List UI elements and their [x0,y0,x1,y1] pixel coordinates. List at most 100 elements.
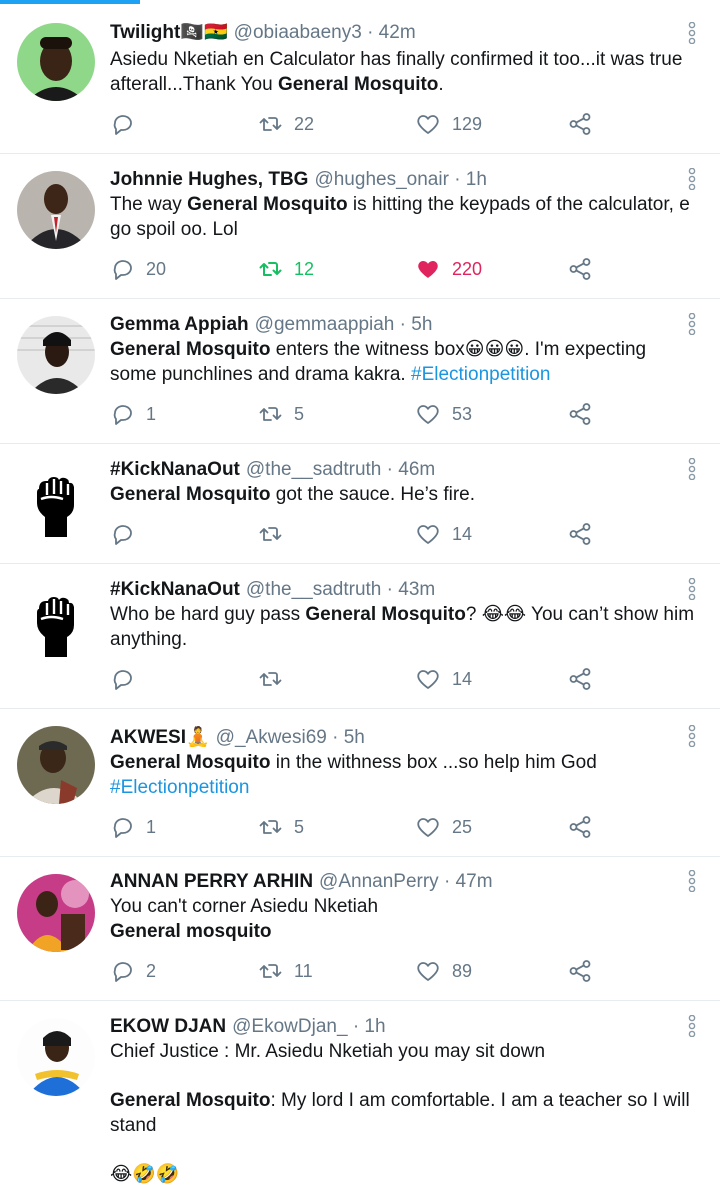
avatar[interactable] [17,461,95,539]
retweet-button[interactable] [258,520,294,548]
like-button[interactable]: 25 [416,813,472,841]
share-button[interactable] [568,957,592,985]
retweet-button[interactable]: 22 [258,110,314,138]
like-button[interactable]: 14 [416,520,472,548]
like-button[interactable]: 220 [416,255,482,283]
reply-button[interactable]: 1 [110,400,156,428]
avatar[interactable] [17,23,95,101]
tweet-time: · 5h [332,727,365,748]
tweet-text: General Mosquito in the withness box ...… [110,751,696,800]
tweet-text: The way General Mosquito is hitting the … [110,193,696,242]
author-handle[interactable]: @AnnanPerry [319,871,439,892]
tweet-5[interactable]: #KickNanaOut @the__sadtruth · 43m Who be … [0,564,720,709]
avatar[interactable] [17,874,95,952]
author-handle[interactable]: @the__sadtruth [246,579,382,600]
author-handle[interactable]: @EkowDjan_ [232,1016,347,1037]
more-options-icon[interactable] [688,312,696,336]
share-icon [569,668,591,690]
author-name[interactable]: EKOW DJAN [110,1016,226,1037]
share-icon [569,816,591,838]
tweet-8[interactable]: EKOW DJAN @EkowDjan_ · 1h Chief Justice :… [0,1001,720,1201]
like-button[interactable]: 14 [416,665,472,693]
more-options-icon[interactable] [688,457,696,481]
more-options-icon[interactable] [688,21,696,45]
author-handle[interactable]: @_Akwesi69 [216,727,327,748]
text-segment: You can't corner Asiedu Nketiah [110,896,379,917]
like-button[interactable]: 129 [416,110,482,138]
author-handle[interactable]: @gemmaappiah [255,314,395,335]
author-handle[interactable]: @hughes_onair [314,169,448,190]
share-button[interactable] [568,110,592,138]
hashtag-link[interactable]: #Electionpetition [411,364,550,385]
author-name[interactable]: AKWESI🧘 [110,727,210,748]
text-segment: The way [110,194,188,215]
author-name[interactable]: Gemma Appiah [110,314,249,335]
author-name[interactable]: Twilight🏴‍☠️🇬🇭 [110,22,228,43]
retweet-button[interactable]: 5 [258,400,304,428]
tweet-2[interactable]: Johnnie Hughes, TBG @hughes_onair · 1h Th… [0,154,720,299]
author-name[interactable]: ANNAN PERRY ARHIN [110,871,313,892]
author-name[interactable]: #KickNanaOut [110,579,240,600]
tweet-text: General Mosquito enters the witness box😀… [110,338,696,387]
reply-button[interactable]: 20 [110,255,166,283]
retweet-icon [259,262,282,276]
share-button[interactable] [568,255,592,283]
retweet-icon [259,527,282,541]
reply-button[interactable] [110,665,146,693]
like-count: 129 [452,113,483,134]
more-options-icon[interactable] [688,724,696,748]
retweet-button[interactable]: 5 [258,813,304,841]
bold-mention: General Mosquito [110,339,271,360]
retweet-button[interactable]: 12 [258,255,314,283]
share-button[interactable] [568,665,592,693]
reply-button[interactable] [110,110,146,138]
retweet-count: 22 [294,113,315,134]
tweet-1[interactable]: Twilight🏴‍☠️🇬🇭 @obiaabaeny3 · 42m Asiedu … [0,6,720,154]
retweet-button[interactable]: 11 [258,957,313,985]
author-name[interactable]: #KickNanaOut [110,459,240,480]
reply-button[interactable]: 2 [110,957,156,985]
share-icon [569,523,591,545]
avatar[interactable] [17,726,95,804]
more-options-icon[interactable] [688,1014,696,1038]
text-segment: Who be hard guy pass [110,604,306,625]
reply-button[interactable]: 1 [110,813,156,841]
more-options-icon[interactable] [688,869,696,893]
like-button[interactable]: 53 [416,400,472,428]
reply-icon [113,260,132,280]
tweet-4[interactable]: #KickNanaOut @the__sadtruth · 46m General… [0,444,720,564]
tweet-time: · 47m [443,871,493,892]
retweet-icon [259,117,282,131]
avatar[interactable] [17,1018,95,1096]
author-handle[interactable]: @obiaabaeny3 [234,22,362,43]
avatar[interactable] [17,316,95,394]
author-handle[interactable]: @the__sadtruth [246,459,382,480]
text-segment: in the withness box ...so help him God [270,752,597,773]
share-icon [569,113,591,135]
like-button[interactable]: 89 [416,957,472,985]
hashtag-link[interactable]: #Electionpetition [110,777,249,798]
tweet-text: You can't corner Asiedu Nketiah General m… [110,895,696,944]
share-button[interactable] [568,520,592,548]
retweet-button[interactable] [258,665,294,693]
more-options-icon[interactable] [688,167,696,191]
reply-button[interactable] [110,520,146,548]
tweet-6[interactable]: AKWESI🧘 @_Akwesi69 · 5h General Mosquito … [0,709,720,857]
tweet-7[interactable]: ANNAN PERRY ARHIN @AnnanPerry · 47m You c… [0,857,720,1001]
reply-count: 2 [146,960,157,981]
avatar[interactable] [17,581,95,659]
tweet-3[interactable]: Gemma Appiah @gemmaappiah · 5h General Mo… [0,299,720,444]
more-options-icon[interactable] [688,577,696,601]
share-button[interactable] [568,400,592,428]
tweet-time: · 1h [352,1016,386,1037]
share-icon [569,403,591,425]
tweet-time: · 46m [386,459,436,480]
heart-icon [417,525,439,544]
bold-mention: General Mosquito [110,1090,271,1111]
share-button[interactable] [568,813,592,841]
reply-count: 1 [146,403,157,424]
share-icon [569,258,591,280]
avatar[interactable] [17,171,95,249]
top-progress-accent [0,0,140,4]
author-name[interactable]: Johnnie Hughes, TBG [110,169,308,190]
